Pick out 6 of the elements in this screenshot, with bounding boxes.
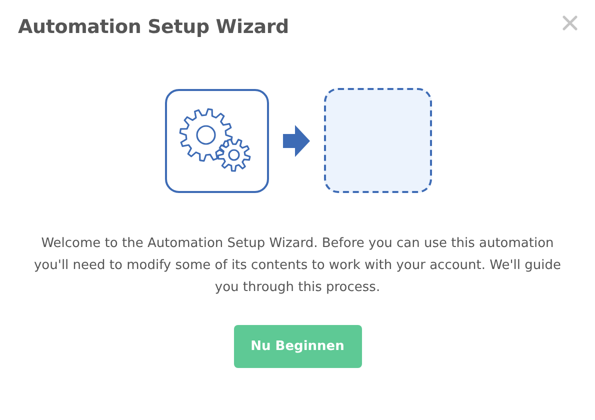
close-button[interactable] <box>561 14 579 32</box>
welcome-message: Welcome to the Automation Setup Wizard. Before you can use this automation you'll need to modify some of its contents to work with your account. We'll guide you through this process. <box>32 235 562 297</box>
start-button[interactable]: Nu Beginnen <box>234 325 362 368</box>
dialog-title: Automation Setup Wizard <box>18 16 289 38</box>
arrow-icon <box>283 124 310 156</box>
close-icon <box>561 14 579 32</box>
